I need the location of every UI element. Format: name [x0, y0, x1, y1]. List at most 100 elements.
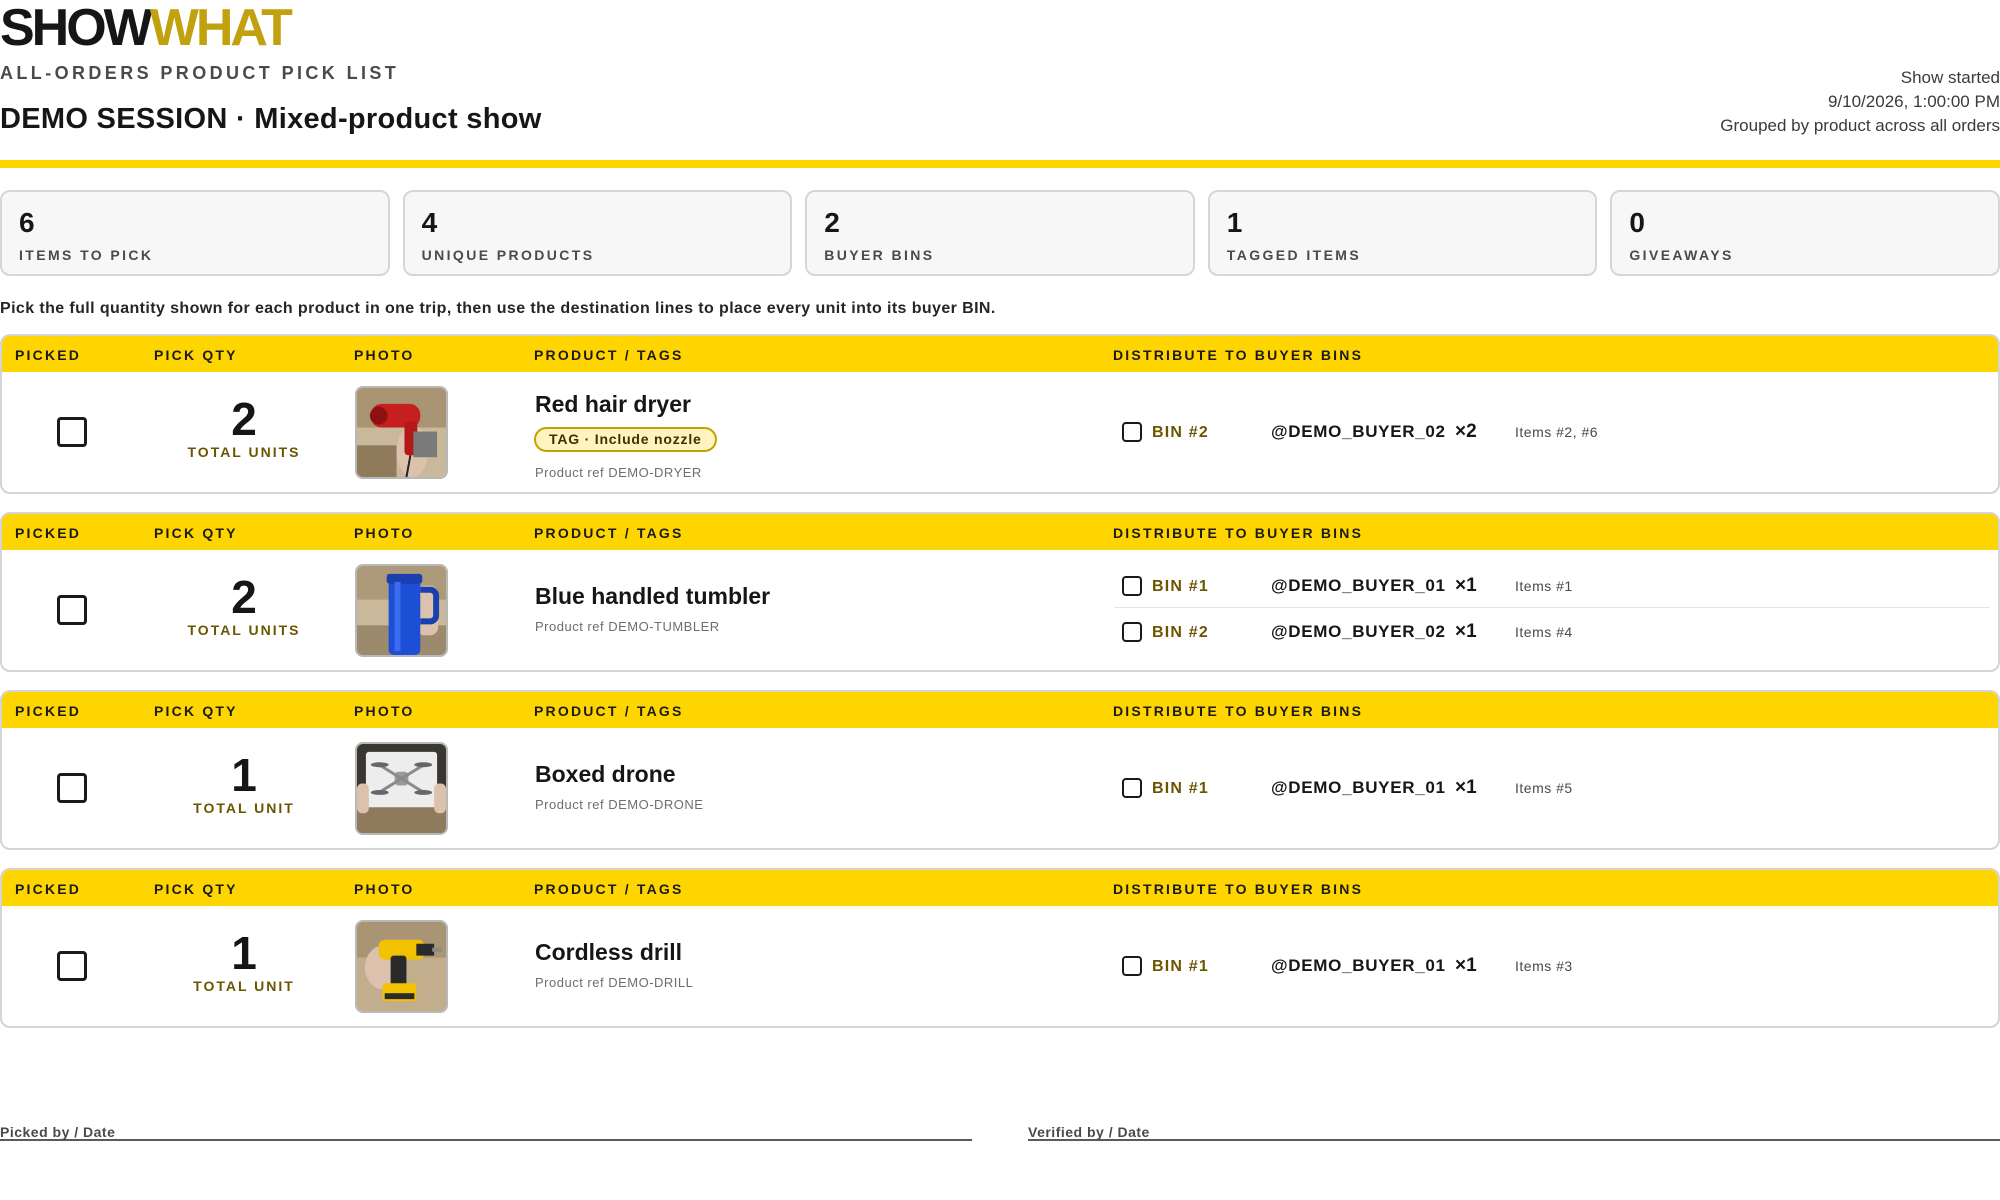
picked-checkbox[interactable] [57, 417, 87, 447]
product-ref: Product ref DEMO-DRILL [535, 975, 694, 990]
unit-count: ×2 [1455, 421, 1477, 442]
destination-line: BIN #1 @DEMO_BUYER_01 ×1 Items #5 [1114, 766, 1990, 810]
item-numbers: Items #1 [1515, 578, 1573, 594]
col-product: PRODUCT / TAGS [534, 347, 684, 363]
stat-value: 2 [824, 207, 840, 238]
col-picked: PICKED [15, 525, 82, 541]
bin-label: BIN #1 [1152, 780, 1209, 797]
pick-qty: 1 TOTAL UNIT [182, 930, 306, 994]
showwhat-logo: SHOWWHAT [0, 0, 293, 57]
item-numbers: Items #4 [1515, 624, 1573, 640]
product-photo-drill [355, 920, 448, 1013]
product-photo-hair-dryer [355, 386, 448, 479]
table-header: PICKED PICK QTY PHOTO PRODUCT / TAGS DIS… [2, 336, 1998, 372]
show-started-value: 9/10/2026, 1:00:00 PM [1827, 92, 2000, 111]
session-title: DEMO SESSION · Mixed-product show [0, 103, 542, 135]
bin-label: BIN #2 [1152, 624, 1209, 641]
qty-unit-label: TOTAL UNITS [187, 622, 301, 638]
product-tag: TAG · Include nozzle [534, 427, 717, 452]
qty-number: 2 [231, 571, 257, 623]
stat-label: ITEMS TO PICK [19, 247, 154, 263]
stat-label: TAGGED ITEMS [1226, 247, 1362, 263]
destination-line: BIN #1 @DEMO_BUYER_01 ×1 Items #1 [1114, 564, 1990, 608]
stat-tagged-items: 1 TAGGED ITEMS [1207, 190, 1598, 276]
product-table-hair-dryer: PICKED PICK QTY PHOTO PRODUCT / TAGS DIS… [0, 334, 2000, 494]
stat-value: 1 [1226, 207, 1243, 238]
stat-giveaways: 0 GIVEAWAYS [1610, 190, 2000, 276]
table-row: 1 TOTAL UNIT Boxed drone Product ref DEM… [2, 728, 1998, 848]
buyer-handle: @DEMO_BUYER_02 [1271, 622, 1446, 641]
product-ref: Product ref DEMO-DRONE [535, 797, 704, 812]
col-picked: PICKED [15, 881, 82, 897]
qty-unit-label: TOTAL UNIT [193, 978, 295, 994]
col-pick-qty: PICK QTY [154, 703, 238, 719]
destination-checkbox[interactable] [1122, 622, 1142, 642]
destination-line: BIN #2 @DEMO_BUYER_02 ×1 Items #4 [1114, 610, 1990, 654]
destination-checkbox[interactable] [1122, 956, 1142, 976]
picked-checkbox[interactable] [57, 951, 87, 981]
stat-value: 6 [19, 207, 35, 238]
destination-checkbox[interactable] [1122, 576, 1142, 596]
pick-qty: 2 TOTAL UNITS [182, 396, 306, 460]
product-table-drill: PICKED PICK QTY PHOTO PRODUCT / TAGS DIS… [0, 868, 2000, 1028]
product-name: Red hair dryer [535, 391, 691, 417]
pick-instructions: Pick the full quantity shown for each pr… [0, 300, 996, 317]
picked-checkbox[interactable] [57, 773, 87, 803]
col-product: PRODUCT / TAGS [534, 881, 684, 897]
stat-label: BUYER BINS [824, 247, 935, 263]
item-numbers: Items #2, #6 [1515, 424, 1599, 440]
buyer-handle: @DEMO_BUYER_01 [1271, 778, 1446, 797]
picked-checkbox[interactable] [57, 595, 87, 625]
bin-label: BIN #2 [1152, 424, 1209, 441]
col-pick-qty: PICK QTY [154, 347, 238, 363]
stat-buyer-bins: 2 BUYER BINS [805, 190, 1195, 276]
stat-items-to-pick: 6 ITEMS TO PICK [0, 190, 390, 276]
pick-qty: 2 TOTAL UNITS [182, 574, 306, 638]
product-name: Boxed drone [535, 761, 676, 787]
table-header: PICKED PICK QTY PHOTO PRODUCT / TAGS DIS… [2, 870, 1998, 906]
page-subtitle: ALL-ORDERS PRODUCT PICK LIST [0, 63, 400, 83]
destination-checkbox[interactable] [1122, 778, 1142, 798]
buyer-handle: @DEMO_BUYER_01 [1271, 956, 1446, 975]
product-ref: Product ref DEMO-TUMBLER [535, 619, 720, 634]
qty-unit-label: TOTAL UNIT [193, 800, 295, 816]
destination-checkbox[interactable] [1122, 422, 1142, 442]
col-photo: PHOTO [354, 525, 415, 541]
picked-by-label: Picked by / Date [0, 1124, 116, 1140]
col-photo: PHOTO [354, 703, 415, 719]
col-picked: PICKED [15, 703, 82, 719]
verified-by-signature-line[interactable]: Verified by / Date [1028, 1125, 2000, 1141]
col-distribute: DISTRIBUTE TO BUYER BINS [1113, 703, 1364, 719]
picked-by-signature-line[interactable]: Picked by / Date [0, 1125, 972, 1141]
pick-qty: 1 TOTAL UNIT [182, 752, 306, 816]
col-photo: PHOTO [354, 347, 415, 363]
buyer-handle: @DEMO_BUYER_01 [1271, 576, 1446, 595]
col-pick-qty: PICK QTY [154, 525, 238, 541]
col-product: PRODUCT / TAGS [534, 703, 684, 719]
stat-label: UNIQUE PRODUCTS [421, 247, 595, 263]
col-distribute: DISTRIBUTE TO BUYER BINS [1113, 347, 1364, 363]
item-numbers: Items #3 [1515, 958, 1573, 974]
col-product: PRODUCT / TAGS [534, 525, 684, 541]
col-picked: PICKED [15, 347, 82, 363]
stat-label: GIVEAWAYS [1629, 247, 1734, 263]
logo-part-what: WHAT [149, 0, 293, 57]
product-ref: Product ref DEMO-DRYER [535, 465, 702, 480]
bin-label: BIN #1 [1152, 578, 1209, 595]
unit-count: ×1 [1455, 955, 1477, 976]
destination-line: BIN #2 @DEMO_BUYER_02 ×2 Items #2, #6 [1114, 410, 1990, 454]
grouping-note: Grouped by product across all orders [1720, 116, 2000, 135]
unit-count: ×1 [1455, 575, 1477, 596]
stats-row: 6 ITEMS TO PICK 4 UNIQUE PRODUCTS 2 BUYE… [0, 190, 2000, 276]
table-row: 2 TOTAL UNITS Red hair dryer TAG · Inclu… [2, 372, 1998, 492]
table-header: PICKED PICK QTY PHOTO PRODUCT / TAGS DIS… [2, 692, 1998, 728]
stat-unique-products: 4 UNIQUE PRODUCTS [402, 190, 793, 276]
buyer-handle: @DEMO_BUYER_02 [1271, 422, 1446, 441]
col-pick-qty: PICK QTY [154, 881, 238, 897]
unit-count: ×1 [1455, 621, 1477, 642]
product-photo-tumbler [355, 564, 448, 657]
destination-line: BIN #1 @DEMO_BUYER_01 ×1 Items #3 [1114, 944, 1990, 988]
product-name: Blue handled tumbler [535, 583, 771, 609]
col-distribute: DISTRIBUTE TO BUYER BINS [1113, 881, 1364, 897]
table-row: 2 TOTAL UNITS Blue handled tumbler Produ… [2, 550, 1998, 670]
